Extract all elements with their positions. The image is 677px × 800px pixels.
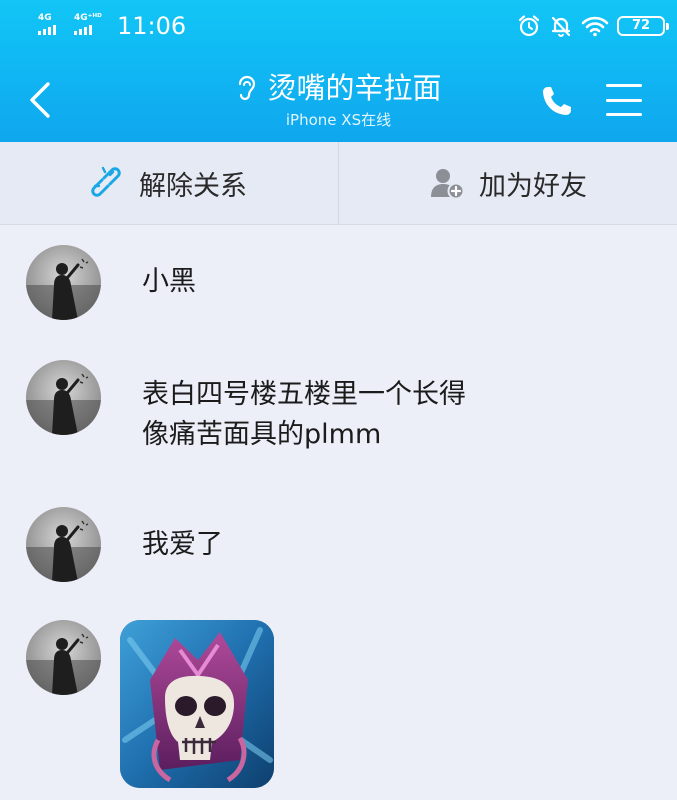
alarm-icon: [518, 15, 540, 37]
menu-icon-line: [606, 113, 642, 116]
skull-mask-sticker-icon: [120, 620, 274, 788]
battery-icon: 72: [617, 16, 669, 36]
chat-header: 4G 4G⁺ᴴᴰ 11:06 72 烫嘴的辛拉面 iPhone XS在线: [0, 0, 677, 142]
menu-button[interactable]: [606, 84, 642, 116]
unlink-label: 解除关系: [139, 170, 247, 202]
network-type-2: 4G⁺ᴴᴰ: [74, 13, 102, 23]
avatar-silhouette-icon: [26, 258, 101, 320]
message-text: 表白四号楼五楼里一个长得 像痛苦面具的plmm: [142, 379, 466, 450]
menu-icon-line: [606, 84, 642, 87]
battery-level: 72: [631, 18, 651, 33]
broken-link-icon: [91, 166, 121, 197]
avatar[interactable]: [26, 507, 101, 582]
phone-button[interactable]: [540, 84, 574, 118]
signal-bars-2-icon: [74, 25, 92, 35]
wifi-icon: [581, 16, 609, 37]
message-text: 我爱了: [142, 529, 223, 560]
avatar[interactable]: [26, 245, 101, 320]
status-bar: 4G 4G⁺ᴴᴰ 11:06 72: [0, 0, 677, 52]
avatar[interactable]: [26, 620, 101, 695]
add-friend-label: 加为好友: [479, 170, 587, 202]
status-time: 11:06: [117, 12, 187, 40]
mute-bell-icon: [551, 16, 571, 37]
status-icons: 72: [517, 11, 669, 41]
online-status: iPhone XS在线: [285, 111, 392, 129]
menu-icon-line: [606, 98, 642, 102]
relationship-action-bar: 解除关系 加为好友: [0, 142, 677, 225]
message-list[interactable]: 小黑 表白四号楼五楼里一个长得 像痛苦面具的plmm 我爱了: [0, 225, 677, 800]
avatar-silhouette-icon: [26, 633, 101, 695]
network-type-1: 4G: [38, 13, 52, 23]
unlink-relationship-button[interactable]: 解除关系: [0, 142, 338, 224]
ear-icon: [239, 75, 256, 101]
signal-bars-1-icon: [38, 25, 56, 35]
sticker-image[interactable]: [120, 620, 274, 788]
page-title: 烫嘴的辛拉面: [267, 71, 442, 105]
add-friend-icon: [431, 169, 465, 200]
avatar-silhouette-icon: [26, 373, 101, 435]
phone-icon: [543, 87, 571, 115]
avatar[interactable]: [26, 360, 101, 435]
avatar-silhouette-icon: [26, 520, 101, 582]
message-text: 小黑: [142, 266, 196, 297]
chat-title-area[interactable]: 烫嘴的辛拉面 iPhone XS在线: [0, 66, 677, 130]
add-friend-button[interactable]: 加为好友: [339, 142, 677, 224]
